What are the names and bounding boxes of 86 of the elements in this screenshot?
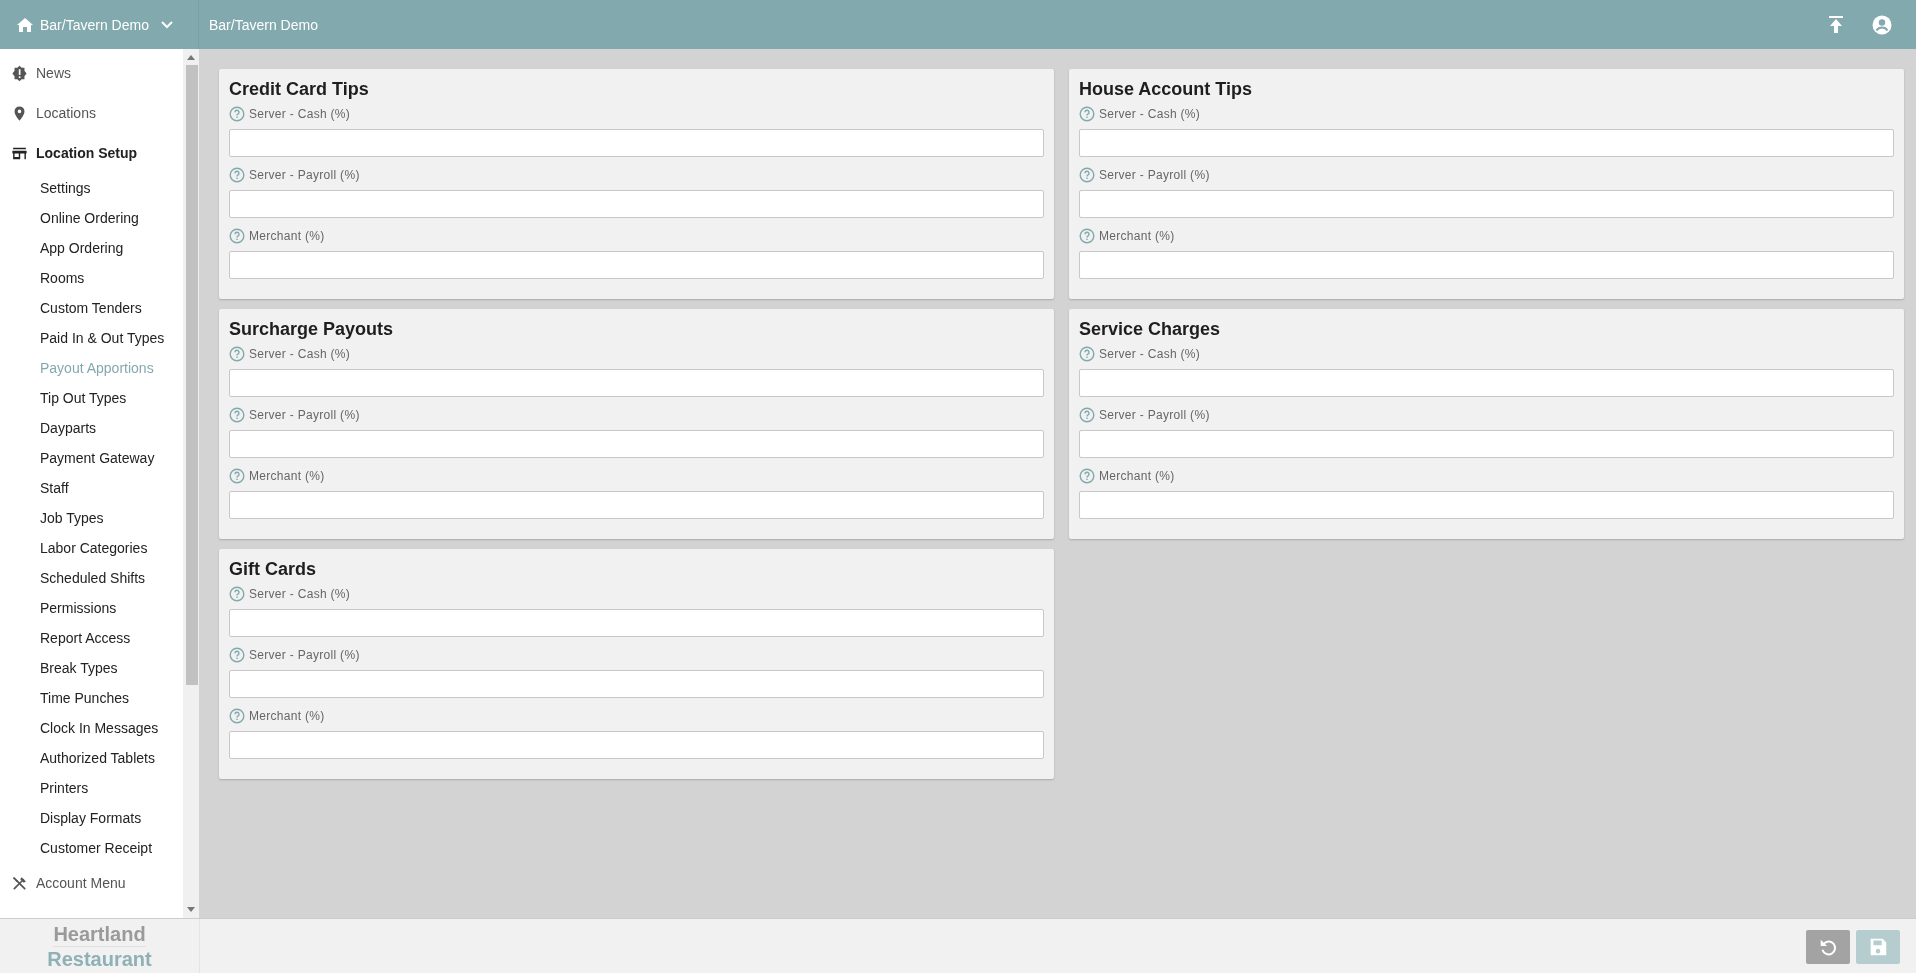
card-title: House Account Tips (1079, 79, 1253, 100)
help-icon[interactable] (229, 468, 245, 484)
sidebar-subitem[interactable]: Online Ordering (0, 203, 139, 233)
sidebar-subitem[interactable]: Display Formats (0, 803, 142, 833)
percent-input[interactable] (229, 430, 1044, 458)
percent-input[interactable] (1079, 129, 1894, 157)
sidebar-subitem[interactable]: Payment Gateway (0, 443, 155, 473)
percent-input[interactable] (1079, 251, 1894, 279)
field-label: Server - Cash (%) (249, 347, 351, 361)
percent-input[interactable] (1079, 491, 1894, 519)
sidebar-subitem[interactable]: Customer Receipt (0, 833, 153, 863)
help-icon[interactable] (229, 586, 245, 602)
field-label: Server - Cash (%) (249, 587, 351, 601)
help-icon[interactable] (229, 167, 245, 183)
user-icon (1872, 14, 1892, 35)
help-icon[interactable] (1079, 468, 1095, 484)
sidebar-subitem[interactable]: Printers (0, 773, 89, 803)
field-label: Server - Cash (%) (249, 107, 351, 121)
sidebar-subitem[interactable]: Staff (0, 473, 69, 503)
page-title: Bar/Tavern Demo (209, 16, 318, 33)
percent-input[interactable] (229, 369, 1044, 397)
sidebar-subitem[interactable]: Tip Out Types (0, 383, 127, 413)
field-label: Server - Payroll (%) (1099, 168, 1210, 182)
sidebar-subitem[interactable]: Custom Tenders (0, 293, 142, 323)
field-label: Server - Cash (%) (1099, 347, 1201, 361)
utensils-icon (11, 874, 28, 892)
help-icon[interactable] (1079, 167, 1095, 183)
card-title: Service Charges (1079, 319, 1221, 340)
help-icon[interactable] (229, 647, 245, 663)
sidebar-subitem[interactable]: Settings (0, 173, 91, 203)
help-icon[interactable] (1079, 346, 1095, 362)
percent-input[interactable] (229, 491, 1044, 519)
percent-input[interactable] (1079, 190, 1894, 218)
help-icon[interactable] (1079, 407, 1095, 423)
help-icon[interactable] (1079, 228, 1095, 244)
sidebar-subitem[interactable]: Scheduled Shifts (0, 563, 146, 593)
help-icon[interactable] (229, 106, 245, 122)
field-label: Merchant (%) (249, 229, 325, 243)
help-icon[interactable] (1079, 106, 1095, 122)
percent-input[interactable] (229, 251, 1044, 279)
field-label: Merchant (%) (1099, 469, 1175, 483)
field-label: Server - Cash (%) (1099, 107, 1201, 121)
upload-icon (1828, 15, 1844, 34)
sidebar-subitem[interactable]: Time Punches (0, 683, 129, 713)
sidebar-subitem[interactable]: App Ordering (0, 233, 124, 263)
help-icon[interactable] (229, 708, 245, 724)
percent-input[interactable] (1079, 369, 1894, 397)
help-icon[interactable] (229, 346, 245, 362)
alert-badge-icon (11, 64, 28, 82)
card-title: Surcharge Payouts (229, 319, 394, 340)
percent-input[interactable] (229, 670, 1044, 698)
help-icon[interactable] (229, 407, 245, 423)
percent-input[interactable] (229, 129, 1044, 157)
percent-input[interactable] (229, 190, 1044, 218)
field-label: Server - Payroll (%) (1099, 408, 1210, 422)
field-label: Server - Payroll (%) (249, 408, 360, 422)
percent-input[interactable] (1079, 430, 1894, 458)
sidebar-item[interactable]: Locations (0, 93, 183, 133)
sidebar-item[interactable]: News (0, 53, 183, 93)
sidebar-subitem[interactable]: Rooms (0, 263, 85, 293)
help-icon[interactable] (229, 228, 245, 244)
undo-button[interactable] (1806, 929, 1850, 964)
chevron-down-icon (160, 20, 173, 29)
field-label: Server - Payroll (%) (249, 648, 360, 662)
percent-input[interactable] (229, 731, 1044, 759)
sidebar-item[interactable]: Location Setup (0, 133, 183, 173)
field-label: Merchant (%) (249, 709, 325, 723)
sidebar-subitem[interactable]: Permissions (0, 593, 117, 623)
field-label: Merchant (%) (249, 469, 325, 483)
sidebar-item[interactable]: Account Menu (0, 863, 183, 903)
sidebar-subitem[interactable]: Paid In & Out Types (0, 323, 165, 353)
field-label: Server - Payroll (%) (249, 168, 360, 182)
sidebar-subitem[interactable]: Clock In Messages (0, 713, 159, 743)
scrollbar[interactable] (183, 49, 199, 918)
logo: Heartland Restaurant (0, 919, 200, 973)
field-label: Merchant (%) (1099, 229, 1175, 243)
sidebar-subitem[interactable]: Break Types (0, 653, 118, 683)
sidebar-subitem[interactable]: Authorized Tablets (0, 743, 155, 773)
sidebar-subitem[interactable]: Dayparts (0, 413, 97, 443)
sidebar-subitem[interactable]: Labor Categories (0, 533, 148, 563)
card-title: Gift Cards (229, 559, 316, 580)
sidebar-subitem[interactable]: Report Access (0, 623, 131, 653)
card-title: Credit Card Tips (229, 79, 369, 100)
sidebar-subitem[interactable]: Job Types (0, 503, 104, 533)
percent-input[interactable] (229, 609, 1044, 637)
home-icon (16, 16, 34, 33)
